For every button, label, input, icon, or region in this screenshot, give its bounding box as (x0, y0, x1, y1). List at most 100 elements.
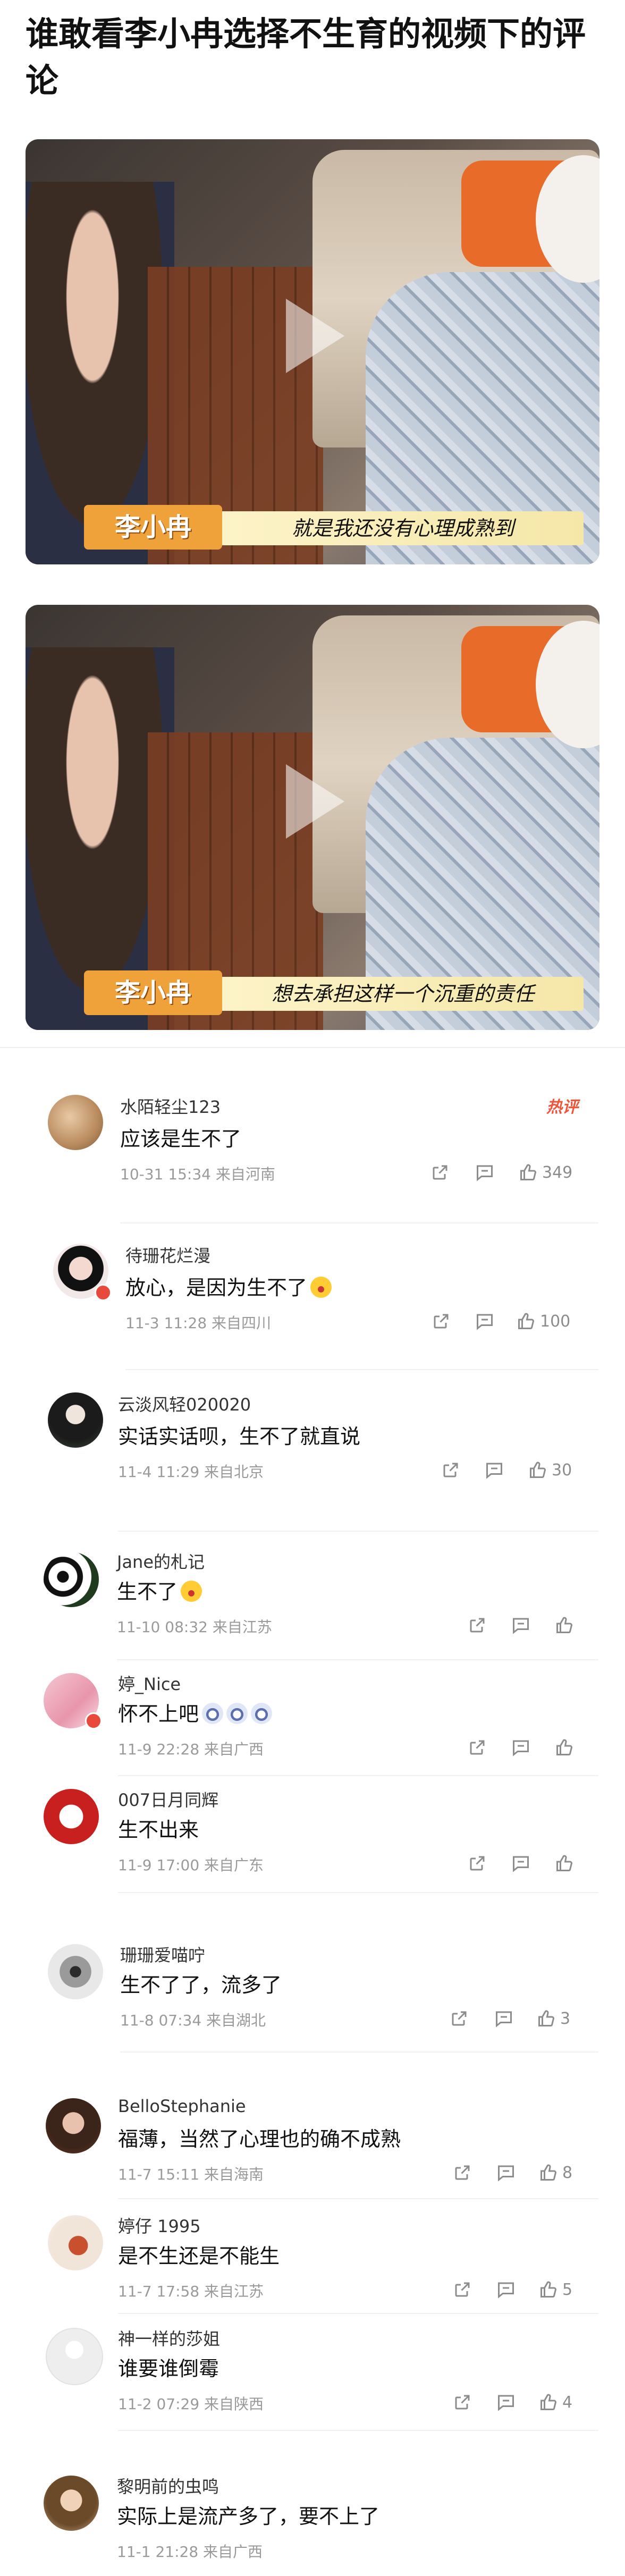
like-button[interactable]: 8 (539, 2162, 572, 2183)
video-player-2[interactable]: 李小冉 想去承担这样一个沉重的责任 (26, 605, 599, 1030)
comment-icon[interactable] (511, 1853, 530, 1874)
comment-text-content: 怀不上吧 (118, 1702, 199, 1726)
comment-username[interactable]: 007日月同辉 (118, 1787, 218, 1811)
avatar[interactable] (48, 1944, 103, 1999)
avatar[interactable] (46, 2098, 101, 2153)
comment-icon[interactable] (475, 1311, 494, 1332)
comment-icon[interactable] (496, 2279, 516, 2300)
avatar[interactable] (44, 2476, 99, 2531)
comment-item: Jane的札记 生不了 11-10 08:32 来自江苏 (0, 1541, 625, 1653)
comment-username[interactable]: 婷仔 1995 (118, 2213, 201, 2237)
comment-meta: 11-7 15:11 来自海南 (118, 2163, 264, 2184)
comment-username[interactable]: 神一样的莎姐 (118, 2326, 220, 2350)
like-button[interactable]: 349 (519, 1162, 572, 1183)
comment-meta: 11-4 11:29 来自北京 (118, 1460, 264, 1482)
avatar[interactable] (44, 1789, 99, 1844)
like-button[interactable] (555, 1615, 574, 1636)
video-subtitle: 想去承担这样一个沉重的责任 (271, 982, 534, 1006)
comment-location: 来自广西 (204, 1741, 264, 1758)
like-button[interactable]: 4 (539, 2392, 572, 2413)
comment-time: 11-3 11:28 (125, 1314, 207, 1332)
comment-text: 实际上是流产多了，要不上了 (117, 2505, 380, 2528)
comment-separator (118, 2313, 598, 2314)
like-count: 4 (562, 2393, 573, 2412)
video-player-1[interactable]: 李小冉 就是我还没有心理成熟到 (26, 139, 599, 564)
comment-time: 11-8 07:34 (120, 2012, 202, 2029)
comment-username[interactable]: Jane的札记 (117, 1549, 205, 1573)
share-icon[interactable] (453, 2162, 472, 2183)
comment-username[interactable]: BelloStephanie (118, 2096, 246, 2116)
verified-badge (95, 1284, 112, 1301)
comment-icon[interactable] (496, 2392, 516, 2413)
comment-username[interactable]: 黎明前的虫鸣 (117, 2473, 219, 2498)
comment-username[interactable]: 水陌轻尘123 (120, 1094, 221, 1118)
comment-username[interactable]: 云淡风轻020020 (118, 1391, 251, 1416)
share-icon[interactable] (468, 1615, 487, 1636)
comment-icon[interactable] (511, 1737, 530, 1758)
avatar[interactable] (48, 1095, 103, 1150)
comment-icon[interactable] (485, 1459, 504, 1481)
avatar[interactable] (48, 2215, 103, 2270)
share-icon[interactable] (453, 2392, 472, 2413)
comment-meta: 11-2 07:29 来自陕西 (118, 2393, 264, 2414)
like-count: 100 (540, 1312, 571, 1331)
comment-username[interactable]: 待珊花烂漫 (125, 1243, 210, 1267)
wink-emoji-icon (251, 1703, 273, 1724)
comment-separator (118, 1531, 598, 1532)
thumbs-up-icon (518, 1313, 535, 1330)
comment-icon[interactable] (496, 2162, 516, 2183)
comment-separator (118, 2198, 598, 2199)
share-icon[interactable] (468, 1737, 487, 1758)
comment-text: 生不了 (117, 1575, 202, 1604)
comment-item: 007日月同辉 生不出来 11-9 17:00 来自广东 (0, 1779, 625, 1896)
like-button[interactable]: 5 (539, 2279, 572, 2300)
avatar[interactable] (48, 1392, 103, 1448)
thumbs-up-icon (540, 2394, 557, 2411)
laughing-emoji-icon (310, 1277, 332, 1298)
like-button[interactable]: 100 (517, 1311, 570, 1332)
article-title: 谁敢看李小冉选择不生育的视频下的评论 (26, 14, 586, 100)
comment-separator (125, 1369, 598, 1370)
comment-meta: 11-8 07:34 来自湖北 (120, 2009, 266, 2030)
comment-text: 生不了了，流多了 (120, 1973, 282, 1997)
comment-time: 11-9 17:00 (118, 1856, 200, 1874)
comment-text-content: 生不了 (117, 1580, 178, 1603)
comment-item: 婷仔 1995 是不生还是不能生 11-7 17:58 来自江苏 5 (0, 2206, 625, 2317)
like-button[interactable] (555, 1737, 574, 1758)
wink-emoji-icon (226, 1703, 248, 1724)
comment-separator (120, 1222, 598, 1223)
comment-icon[interactable] (494, 2008, 513, 2029)
comment-location: 来自广东 (204, 1856, 264, 1874)
comment-item: 珊珊爱喵咛 生不了了，流多了 11-8 07:34 来自湖北 3 (0, 1935, 625, 2051)
comment-item: 神一样的莎姐 谁要谁倒霉 11-2 07:29 来自陕西 4 (0, 2318, 625, 2435)
avatar[interactable] (46, 2328, 103, 2385)
share-icon[interactable] (441, 1459, 460, 1481)
share-icon[interactable] (468, 1853, 487, 1874)
comment-time: 10-31 15:34 (120, 1165, 211, 1183)
comment-icon[interactable] (475, 1162, 494, 1183)
comment-text: 应该是生不了 (120, 1127, 242, 1151)
play-icon[interactable] (286, 299, 344, 373)
share-icon[interactable] (432, 1311, 451, 1332)
thumbs-up-icon (556, 1739, 573, 1756)
verified-badge (85, 1712, 102, 1729)
share-icon[interactable] (450, 2008, 469, 2029)
comment-separator (118, 1892, 598, 1893)
thumbs-up-icon (520, 1164, 537, 1181)
avatar[interactable] (44, 1552, 99, 1607)
comment-time: 11-10 08:32 (117, 1618, 208, 1636)
comment-separator (118, 1775, 598, 1776)
play-icon[interactable] (286, 764, 344, 839)
like-button[interactable] (555, 1853, 574, 1874)
comment-separator (120, 2051, 598, 2053)
thumbs-up-icon (530, 1462, 546, 1479)
like-button[interactable]: 3 (537, 2008, 570, 2029)
share-icon[interactable] (453, 2279, 472, 2300)
comment-username[interactable]: 珊珊爱喵咛 (120, 1942, 205, 1966)
comment-username[interactable]: 婷_Nice (118, 1671, 181, 1695)
share-icon[interactable] (430, 1162, 450, 1183)
comment-meta: 11-1 21:28 来自广西 (117, 2540, 263, 2562)
speaker-label: 李小冉 (84, 970, 222, 1015)
like-button[interactable]: 30 (528, 1459, 572, 1481)
comment-icon[interactable] (511, 1615, 530, 1636)
